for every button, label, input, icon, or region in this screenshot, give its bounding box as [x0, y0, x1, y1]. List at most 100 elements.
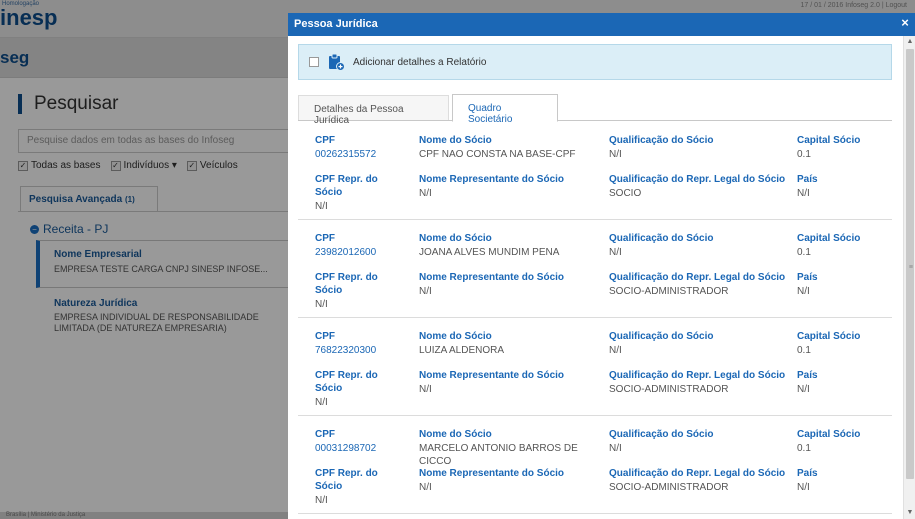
- report-bar: Adicionar detalhes a Relatório: [298, 44, 892, 80]
- label-qualificacao-repr: Qualificação do Repr. Legal do Sócio: [609, 468, 786, 479]
- value-capital: 0.1: [797, 345, 811, 356]
- value-nome-repr: N/I: [419, 188, 432, 199]
- label-pais: País: [797, 174, 818, 185]
- value-qualificacao: N/I: [609, 443, 622, 454]
- value-qualificacao: N/I: [609, 345, 622, 356]
- label-cpf: CPF: [315, 429, 335, 440]
- value-nome: JOANA ALVES MUNDIM PENA: [419, 247, 560, 258]
- field-capital: Capital Sócio 0.1: [797, 428, 887, 455]
- value-cpf-repr: N/I: [315, 397, 328, 408]
- value-cpf-repr: N/I: [315, 201, 328, 212]
- field-nome-repr: Nome Representante do Sócio N/I: [419, 467, 599, 494]
- label-nome: Nome do Sócio: [419, 233, 492, 244]
- field-qualificacao-repr: Qualificação do Repr. Legal do Sócio SOC…: [609, 271, 794, 298]
- label-pais: País: [797, 272, 818, 283]
- value-nome-repr: N/I: [419, 286, 432, 297]
- value-cpf[interactable]: 00262315572: [315, 148, 405, 161]
- label-qualificacao: Qualificação do Sócio: [609, 331, 714, 342]
- socio-record: CPF 00262315572 Nome do Sócio CPF NAO CO…: [298, 122, 892, 220]
- label-pais: País: [797, 468, 818, 479]
- label-capital: Capital Sócio: [797, 135, 861, 146]
- field-nome-repr: Nome Representante do Sócio N/I: [419, 173, 599, 200]
- value-capital: 0.1: [797, 149, 811, 160]
- field-qualificacao: Qualificação do Sócio N/I: [609, 330, 794, 357]
- socio-record: CPF 76822320300 Nome do Sócio LUIZA ALDE…: [298, 318, 892, 416]
- field-qualificacao-repr: Qualificação do Repr. Legal do Sócio SOC…: [609, 369, 794, 396]
- label-nome-repr: Nome Representante do Sócio: [419, 370, 565, 381]
- value-qualificacao: N/I: [609, 247, 622, 258]
- value-cpf[interactable]: 00031298702: [315, 442, 405, 455]
- tab-quadro-societario[interactable]: Quadro Societário: [452, 94, 558, 125]
- scroll-up-icon[interactable]: ▲: [904, 36, 915, 48]
- scroll-grip-icon: ≡: [908, 264, 913, 271]
- label-cpf-repr: CPF Repr. do Sócio: [315, 468, 378, 492]
- field-pais: País N/I: [797, 467, 887, 494]
- label-cpf: CPF: [315, 135, 335, 146]
- modal-scrollbar[interactable]: ▲ ≡ ▼: [903, 36, 915, 519]
- label-cpf-repr: CPF Repr. do Sócio: [315, 272, 378, 296]
- value-pais: N/I: [797, 482, 810, 493]
- value-qualificacao: N/I: [609, 149, 622, 160]
- field-qualificacao: Qualificação do Sócio N/I: [609, 232, 794, 259]
- value-qualificacao-repr: SOCIO-ADMINISTRADOR: [609, 286, 729, 297]
- clipboard-add-icon: [327, 53, 345, 71]
- field-nome-repr: Nome Representante do Sócio N/I: [419, 369, 599, 396]
- value-cpf-repr: N/I: [315, 495, 328, 506]
- field-capital: Capital Sócio 0.1: [797, 134, 887, 161]
- label-nome: Nome do Sócio: [419, 135, 492, 146]
- value-capital: 0.1: [797, 443, 811, 454]
- value-pais: N/I: [797, 384, 810, 395]
- label-qualificacao-repr: Qualificação do Repr. Legal do Sócio: [609, 174, 786, 185]
- value-nome: MARCELO ANTONIO BARROS DE CICCO: [419, 443, 578, 467]
- value-nome-repr: N/I: [419, 384, 432, 395]
- field-nome: Nome do Sócio CPF NAO CONSTA NA BASE-CPF: [419, 134, 599, 161]
- field-nome: Nome do Sócio JOANA ALVES MUNDIM PENA: [419, 232, 599, 259]
- label-qualificacao-repr: Qualificação do Repr. Legal do Sócio: [609, 272, 786, 283]
- label-nome-repr: Nome Representante do Sócio: [419, 272, 565, 283]
- field-nome: Nome do Sócio LUIZA ALDENORA: [419, 330, 599, 357]
- label-cpf-repr: CPF Repr. do Sócio: [315, 174, 378, 198]
- field-cpf: CPF 23982012600: [315, 232, 405, 259]
- value-cpf[interactable]: 23982012600: [315, 246, 405, 259]
- tab-detalhes[interactable]: Detalhes da Pessoa Jurídica: [298, 95, 449, 126]
- add-to-report-checkbox[interactable]: [309, 57, 319, 67]
- value-capital: 0.1: [797, 247, 811, 258]
- label-qualificacao: Qualificação do Sócio: [609, 233, 714, 244]
- label-capital: Capital Sócio: [797, 233, 861, 244]
- value-pais: N/I: [797, 188, 810, 199]
- label-cpf-repr: CPF Repr. do Sócio: [315, 370, 378, 394]
- value-nome: LUIZA ALDENORA: [419, 345, 505, 356]
- add-to-report-label: Adicionar detalhes a Relatório: [353, 56, 487, 68]
- field-pais: País N/I: [797, 173, 887, 200]
- field-pais: País N/I: [797, 369, 887, 396]
- label-nome: Nome do Sócio: [419, 429, 492, 440]
- value-cpf-repr: N/I: [315, 299, 328, 310]
- label-qualificacao-repr: Qualificação do Repr. Legal do Sócio: [609, 370, 786, 381]
- scroll-down-icon[interactable]: ▼: [904, 507, 915, 519]
- value-qualificacao-repr: SOCIO-ADMINISTRADOR: [609, 384, 729, 395]
- field-cpf: CPF 00031298702: [315, 428, 405, 455]
- field-cpf-repr: CPF Repr. do Sócio N/I: [315, 173, 405, 213]
- field-qualificacao: Qualificação do Sócio N/I: [609, 134, 794, 161]
- socio-record: CPF 00031298702 Nome do Sócio MARCELO AN…: [298, 416, 892, 514]
- field-nome: Nome do Sócio MARCELO ANTONIO BARROS DE …: [419, 428, 599, 468]
- value-qualificacao-repr: SOCIO: [609, 188, 642, 199]
- modal-tabs: Detalhes da Pessoa Jurídica Quadro Socie…: [298, 94, 892, 126]
- label-nome-repr: Nome Representante do Sócio: [419, 174, 565, 185]
- field-nome-repr: Nome Representante do Sócio N/I: [419, 271, 599, 298]
- value-cpf[interactable]: 76822320300: [315, 344, 405, 357]
- label-capital: Capital Sócio: [797, 429, 861, 440]
- pessoa-juridica-modal: Pessoa Jurídica × Adicionar detalhes a R…: [288, 13, 915, 519]
- field-cpf-repr: CPF Repr. do Sócio N/I: [315, 369, 405, 409]
- label-qualificacao: Qualificação do Sócio: [609, 429, 714, 440]
- label-cpf: CPF: [315, 331, 335, 342]
- field-capital: Capital Sócio 0.1: [797, 330, 887, 357]
- field-cpf-repr: CPF Repr. do Sócio N/I: [315, 271, 405, 311]
- close-icon[interactable]: ×: [898, 16, 912, 30]
- field-cpf-repr: CPF Repr. do Sócio N/I: [315, 467, 405, 507]
- modal-body: Adicionar detalhes a Relatório Detalhes …: [288, 36, 903, 519]
- field-cpf: CPF 00262315572: [315, 134, 405, 161]
- socio-record: CPF 23982012600 Nome do Sócio JOANA ALVE…: [298, 220, 892, 318]
- value-pais: N/I: [797, 286, 810, 297]
- value-qualificacao-repr: SOCIO-ADMINISTRADOR: [609, 482, 729, 493]
